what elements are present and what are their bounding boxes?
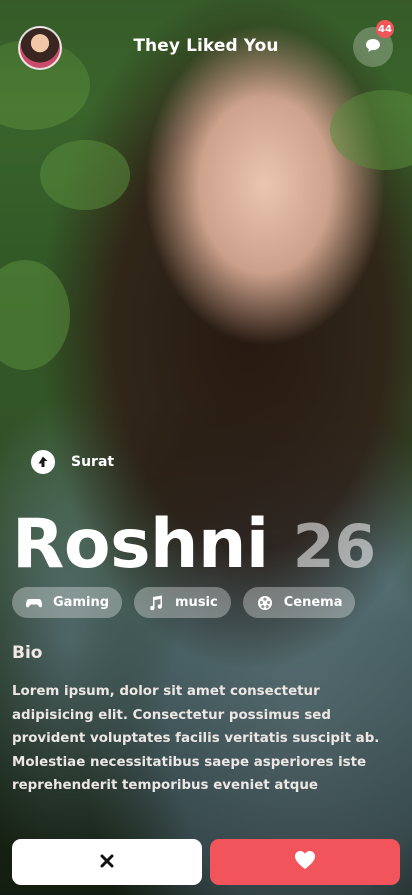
bio-text: Lorem ipsum, dolor sit amet consectetur … [12, 684, 380, 794]
music-icon [147, 594, 165, 612]
top-bar: They Liked You 44 [0, 0, 412, 95]
interest-label: Gaming [53, 595, 110, 610]
navigation-icon [31, 450, 55, 474]
name-age: Roshni 26 [12, 505, 376, 584]
interest-label: music [175, 595, 218, 610]
profile-age: 26 [292, 512, 377, 582]
heart-icon [294, 850, 316, 874]
bio-heading: Bio [12, 643, 43, 663]
interest-label: Cenema [283, 595, 343, 610]
location: Surat [31, 450, 114, 474]
close-icon [100, 853, 114, 872]
pass-button[interactable] [12, 839, 202, 885]
page-title: They Liked You [133, 36, 279, 56]
like-button[interactable] [210, 839, 400, 885]
interests: Gaming music Cenema [12, 587, 356, 618]
interest-chip-gaming[interactable]: Gaming [12, 587, 123, 618]
profile-name: Roshni [12, 505, 269, 584]
interest-chip-cinema[interactable]: Cenema [242, 587, 356, 618]
message-count-badge: 44 [376, 20, 394, 38]
gamepad-icon [25, 594, 43, 612]
location-label: Surat [71, 454, 115, 470]
film-icon [256, 594, 274, 612]
chat-bubble-icon [365, 38, 381, 57]
interest-chip-music[interactable]: music [134, 587, 231, 618]
